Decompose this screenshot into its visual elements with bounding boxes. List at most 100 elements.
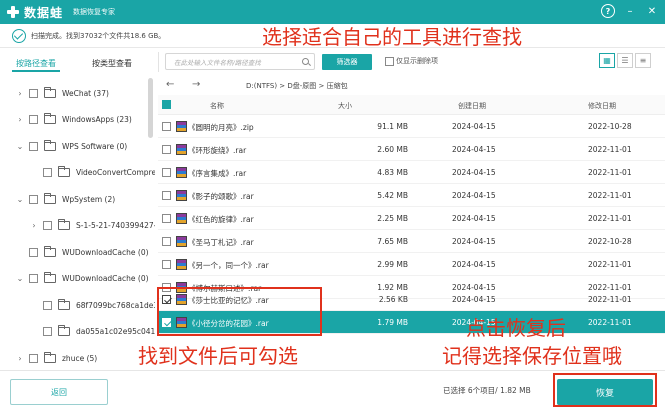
- tree-item-checkbox[interactable]: [43, 220, 52, 230]
- sidebar-scrollbar[interactable]: [148, 78, 153, 138]
- row-checkbox[interactable]: [162, 122, 171, 131]
- file-created: 2024-04-15: [452, 168, 496, 177]
- scan-status-text: 扫描完成。找到37032个文件共18.6 GB。: [31, 31, 166, 40]
- annotation-top: 选择适合自己的工具进行查找: [262, 25, 522, 49]
- tree-item[interactable]: ⌄ WUDownloadCache (0): [16, 269, 149, 287]
- annotation-bottom-right-2: 记得选择保存位置哦: [442, 344, 622, 368]
- app-logo: 数据蛙: [6, 4, 63, 21]
- tree-item-checkbox[interactable]: [29, 247, 38, 257]
- folder-icon: [58, 324, 70, 336]
- tree-item[interactable]: ⌄ WPS Software (0): [16, 137, 127, 155]
- file-modified: 2022-10-28: [588, 237, 632, 246]
- table-row[interactable]: 《环形旋绕》.rar 2.60 MB 2024-04-15 2022-11-01: [158, 138, 665, 161]
- table-row[interactable]: 《序言集成》.rar 4.83 MB 2024-04-15 2022-11-01: [158, 161, 665, 184]
- tree-item-checkbox[interactable]: [43, 300, 52, 310]
- file-modified: 2022-11-01: [588, 145, 632, 154]
- chevron-down-icon[interactable]: ⌄: [16, 274, 24, 283]
- row-checkbox[interactable]: [162, 191, 171, 200]
- chevron-right-icon[interactable]: ›: [16, 115, 24, 124]
- show-deleted-checkbox[interactable]: [385, 57, 394, 66]
- file-size: 1.79 MB: [377, 318, 408, 327]
- tree-item[interactable]: › S-1-5-21-740399427-3: [30, 216, 155, 234]
- active-tab-indicator: [12, 70, 60, 72]
- select-all-checkbox[interactable]: [162, 100, 171, 109]
- back-arrow-icon[interactable]: ←: [166, 79, 174, 90]
- tree-item-checkbox[interactable]: [29, 88, 38, 98]
- file-size: 5.42 MB: [377, 191, 408, 200]
- annotation-highlight-box: [157, 287, 322, 336]
- tree-item-checkbox[interactable]: [29, 114, 38, 124]
- table-row[interactable]: 《另一个，同一个》.rar 2.99 MB 2024-04-15 2022-11…: [158, 253, 665, 276]
- tree-item-label: WeChat (37): [62, 88, 109, 98]
- file-modified: 2022-11-01: [588, 318, 632, 327]
- tree-item[interactable]: VideoConvertCompress: [30, 163, 155, 181]
- tree-item-checkbox[interactable]: [43, 326, 52, 336]
- tree-item[interactable]: WUDownloadCache (0): [16, 243, 149, 261]
- column-name[interactable]: 名称: [210, 101, 224, 111]
- tree-item-label: WPS Software (0): [62, 141, 128, 151]
- tree-item-checkbox[interactable]: [43, 167, 52, 177]
- folder-icon: [44, 192, 56, 204]
- file-modified: 2022-10-28: [588, 122, 632, 131]
- file-created: 2024-04-15: [452, 122, 496, 131]
- row-checkbox[interactable]: [162, 237, 171, 246]
- tree-item[interactable]: 68f7099bc768ca1de3e: [30, 296, 155, 314]
- tree-item[interactable]: da055a1c02e95c041ac: [30, 322, 155, 340]
- winrar-archive-icon: [176, 213, 187, 224]
- chevron-right-icon[interactable]: ›: [16, 89, 24, 98]
- tree-item[interactable]: › WeChat (37): [16, 84, 109, 102]
- grid-view-icon[interactable]: ▦: [599, 53, 615, 68]
- filter-button[interactable]: 筛选器: [322, 54, 372, 70]
- tree-item-label: WindowsApps (23): [62, 114, 132, 124]
- path-bar: ← → D:(NTFS) > D盘-原图 > 压缩包: [158, 75, 665, 95]
- tree-item-label: WUDownloadCache (0): [62, 247, 149, 257]
- tree-item[interactable]: ⌄ WpSystem (2): [16, 190, 115, 208]
- tree-item[interactable]: › zhuce (5): [16, 349, 97, 367]
- chevron-down-icon[interactable]: ⌄: [16, 195, 24, 204]
- column-size[interactable]: 大小: [338, 101, 352, 111]
- tab-by-path[interactable]: 按路径查看: [16, 58, 56, 69]
- column-created[interactable]: 创建日期: [458, 101, 486, 111]
- forward-arrow-icon[interactable]: →: [192, 79, 200, 90]
- file-size: 2.56 KB: [378, 295, 408, 304]
- tree-item-checkbox[interactable]: [29, 141, 38, 151]
- tree-item-checkbox[interactable]: [29, 273, 38, 283]
- search-placeholder: 在此处输入文件名称/路径查找: [174, 58, 261, 67]
- table-row[interactable]: 《圣马丁札记》.rar 7.65 MB 2024-04-15 2022-10-2…: [158, 230, 665, 253]
- file-name: 《序言集成》.rar: [188, 169, 247, 178]
- chevron-right-icon[interactable]: ›: [30, 221, 38, 230]
- minimize-button[interactable]: –: [623, 4, 637, 18]
- tree-item-checkbox[interactable]: [29, 194, 38, 204]
- table-row[interactable]: 《红色的旋律》.rar 2.25 MB 2024-04-15 2022-11-0…: [158, 207, 665, 230]
- tree-item[interactable]: › WindowsApps (23): [16, 110, 132, 128]
- chevron-right-icon[interactable]: ›: [16, 354, 24, 363]
- file-size: 2.99 MB: [377, 260, 408, 269]
- help-icon[interactable]: ?: [601, 4, 615, 18]
- row-checkbox[interactable]: [162, 260, 171, 269]
- row-checkbox[interactable]: [162, 214, 171, 223]
- back-button[interactable]: 返回: [10, 379, 108, 405]
- tree-item-checkbox[interactable]: [29, 353, 38, 363]
- tab-by-type[interactable]: 按类型查看: [92, 58, 132, 69]
- close-button[interactable]: ✕: [645, 4, 659, 18]
- search-input[interactable]: 在此处输入文件名称/路径查找: [165, 53, 315, 70]
- chevron-down-icon[interactable]: ⌄: [16, 142, 24, 151]
- file-name: 《圆明的月亮》.zip: [188, 123, 254, 132]
- row-checkbox[interactable]: [162, 168, 171, 177]
- winrar-archive-icon: [176, 236, 187, 247]
- folder-icon: [58, 218, 70, 230]
- winrar-archive-icon: [176, 121, 187, 132]
- file-name: 《红色的旋律》.rar: [188, 215, 254, 224]
- column-modified[interactable]: 修改日期: [588, 101, 616, 111]
- table-row[interactable]: 《圆明的月亮》.zip 91.1 MB 2024-04-15 2022-10-2…: [158, 115, 665, 138]
- file-size: 91.1 MB: [377, 122, 408, 131]
- tree-item-label: da055a1c02e95c041ac: [76, 326, 155, 336]
- detail-view-icon[interactable]: ≡: [635, 53, 651, 68]
- folder-icon: [44, 271, 56, 283]
- table-row[interactable]: 《影子的颂歌》.rar 5.42 MB 2024-04-15 2022-11-0…: [158, 184, 665, 207]
- tree-item-label: VideoConvertCompress: [76, 167, 155, 177]
- file-size: 2.25 MB: [377, 214, 408, 223]
- list-view-icon[interactable]: ☰: [617, 53, 633, 68]
- row-checkbox[interactable]: [162, 145, 171, 154]
- search-icon[interactable]: [302, 58, 309, 65]
